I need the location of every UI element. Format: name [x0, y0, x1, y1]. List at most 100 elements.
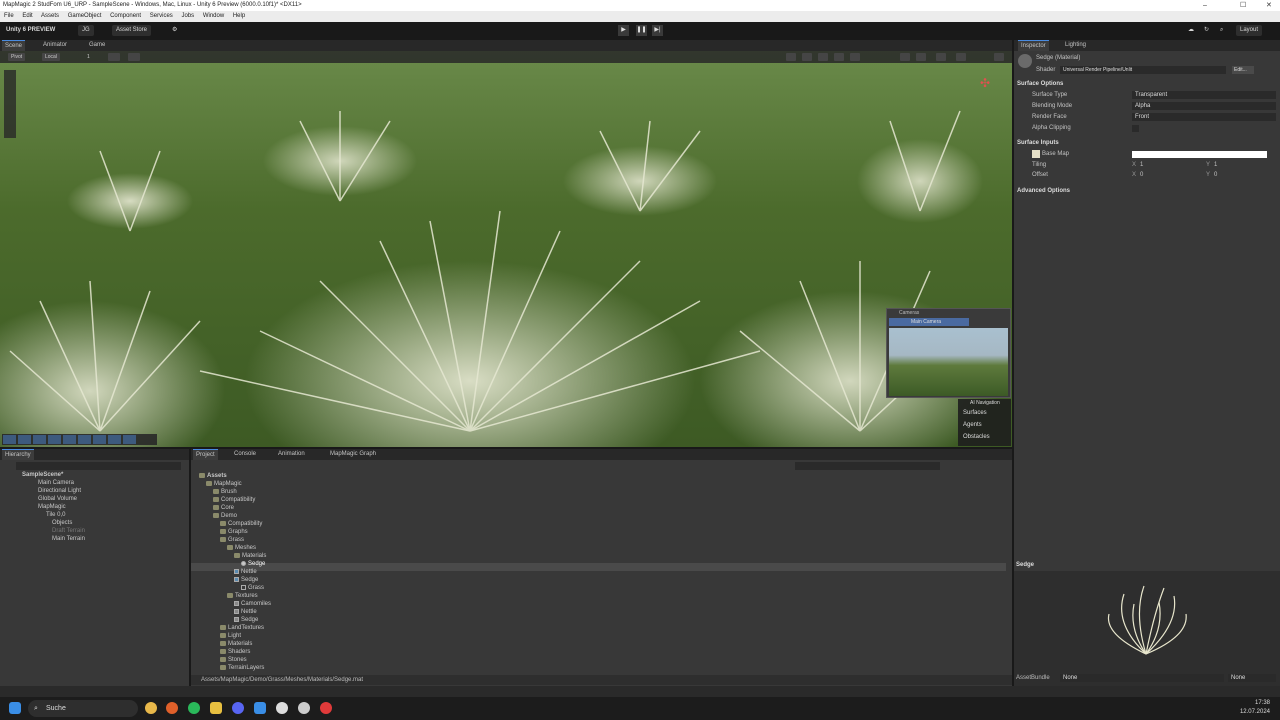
hierarchy-item[interactable]: Main Terrain	[52, 535, 85, 543]
maximize-icon[interactable]: ☐	[1240, 0, 1246, 11]
tiling-y-field[interactable]: 1	[1214, 160, 1217, 170]
surface-options-header[interactable]: Surface Options	[1017, 81, 1063, 87]
menu-edit[interactable]: Edit	[22, 13, 32, 19]
tool-button[interactable]	[48, 435, 61, 444]
hierarchy-search[interactable]	[16, 462, 181, 470]
tab-animation[interactable]: Animation	[275, 449, 308, 460]
project-folder[interactable]: Demo	[213, 512, 237, 520]
close-icon[interactable]: ✕	[1266, 0, 1272, 11]
tool-button[interactable]	[78, 435, 91, 444]
taskbar-clock[interactable]: 17:38 12.07.2024	[1240, 699, 1270, 717]
alpha-clipping-checkbox[interactable]	[1132, 125, 1139, 132]
project-folder[interactable]: Shaders	[220, 648, 250, 656]
file-explorer-icon[interactable]	[210, 702, 222, 714]
menu-window[interactable]: Window	[203, 13, 224, 19]
2d-toggle-icon[interactable]	[802, 53, 812, 61]
project-folder[interactable]: Graphs	[220, 528, 248, 536]
pivot-dropdown[interactable]: Pivot	[8, 53, 26, 61]
tab-inspector[interactable]: Inspector	[1018, 40, 1049, 51]
tool-button[interactable]	[93, 435, 106, 444]
render-face-dropdown[interactable]: Front	[1132, 113, 1276, 121]
account-button[interactable]: JG	[78, 25, 94, 36]
tab-game[interactable]: Game	[86, 40, 108, 51]
play-button[interactable]: ▶	[618, 25, 629, 36]
shader-dropdown[interactable]: Universal Render Pipeline/Unlit	[1060, 66, 1226, 74]
project-folder[interactable]: LandTextures	[220, 624, 264, 632]
project-folder[interactable]: Materials	[220, 640, 252, 648]
visibility-icon[interactable]	[936, 53, 946, 61]
base-map-thumbnail[interactable]	[1032, 150, 1040, 158]
menu-assets[interactable]: Assets	[41, 13, 59, 19]
windows-start-icon[interactable]	[9, 702, 21, 714]
ai-nav-surfaces[interactable]: Surfaces	[958, 407, 1011, 419]
hierarchy-item[interactable]: Draft Terrain	[52, 527, 85, 535]
asset-bundle-dropdown[interactable]: None	[1060, 674, 1224, 682]
hierarchy-item[interactable]: Directional Light	[38, 487, 81, 495]
hierarchy-item[interactable]: Main Camera	[38, 479, 74, 487]
draw-mode-icon[interactable]	[786, 53, 796, 61]
tab-project[interactable]: Project	[193, 449, 218, 460]
camera-settings-icon[interactable]	[916, 53, 926, 61]
tab-scene[interactable]: Scene	[2, 40, 26, 51]
hierarchy-item[interactable]: MapMagic	[38, 503, 66, 511]
menu-gameobject[interactable]: GameObject	[68, 13, 102, 19]
tab-console[interactable]: Console	[231, 449, 259, 460]
asset-variant-dropdown[interactable]: None	[1228, 674, 1276, 682]
hierarchy-item[interactable]: Objects	[52, 519, 72, 527]
tool-button[interactable]	[123, 435, 136, 444]
project-folder[interactable]: Stones	[220, 656, 247, 664]
tab-lighting[interactable]: Lighting	[1062, 40, 1089, 51]
project-folder[interactable]: Compatibility	[220, 520, 262, 528]
overlay-menu-icon[interactable]	[956, 53, 966, 61]
recorder-icon[interactable]	[320, 702, 332, 714]
project-folder[interactable]: Assets	[199, 472, 227, 480]
project-asset[interactable]: Grass	[241, 584, 264, 592]
scene-settings-icon[interactable]	[994, 53, 1004, 61]
advanced-options-header[interactable]: Advanced Options	[1017, 188, 1070, 194]
surface-inputs-header[interactable]: Surface Inputs	[1017, 140, 1059, 146]
tool-button[interactable]	[3, 435, 16, 444]
ai-nav-obstacles[interactable]: Obstacles	[958, 431, 1011, 443]
project-folder[interactable]: Meshes	[227, 544, 256, 552]
project-folder[interactable]: Brush	[213, 488, 237, 496]
grid-icon[interactable]	[108, 53, 120, 61]
spotify-icon[interactable]	[188, 702, 200, 714]
project-folder[interactable]: Grass	[220, 536, 244, 544]
cloud-icon[interactable]: ⚙	[168, 25, 181, 36]
project-asset[interactable]: Nettle	[234, 568, 257, 576]
tool-button[interactable]	[63, 435, 76, 444]
tool-button[interactable]	[108, 435, 121, 444]
collab-icon[interactable]: ☁	[1184, 25, 1198, 36]
snap-icon[interactable]	[128, 53, 140, 61]
pause-button[interactable]: ❚❚	[636, 25, 647, 36]
surface-type-dropdown[interactable]: Transparent	[1132, 91, 1276, 99]
tool-button[interactable]	[18, 435, 31, 444]
scene-view[interactable]	[0, 51, 1012, 447]
notepad-icon[interactable]	[254, 702, 266, 714]
unity-hub-icon[interactable]	[276, 702, 288, 714]
menu-services[interactable]: Services	[150, 13, 173, 19]
menu-jobs[interactable]: Jobs	[181, 13, 194, 19]
tool-button[interactable]	[33, 435, 46, 444]
taskbar-search[interactable]: ⌕ Suche	[28, 700, 138, 717]
tab-mapmagic-graph[interactable]: MapMagic Graph	[327, 449, 379, 460]
hierarchy-item[interactable]: Global Volume	[38, 495, 77, 503]
offset-x-field[interactable]: 0	[1140, 170, 1143, 180]
layout-dropdown[interactable]: Layout	[1236, 25, 1263, 36]
history-icon[interactable]: ↻	[1200, 25, 1213, 36]
project-folder[interactable]: MapMagic	[206, 480, 242, 488]
project-texture[interactable]: Camomiles	[234, 600, 271, 608]
minimize-icon[interactable]: –	[1203, 0, 1207, 11]
audio-toggle-icon[interactable]	[834, 53, 844, 61]
ai-nav-agents[interactable]: Agents	[958, 419, 1011, 431]
snap-value[interactable]: 1	[84, 53, 93, 61]
step-button[interactable]: ▶|	[652, 25, 663, 36]
base-map-color-field[interactable]	[1132, 151, 1267, 158]
blending-mode-dropdown[interactable]: Alpha	[1132, 102, 1276, 110]
project-folder[interactable]: Compatibility	[213, 496, 255, 504]
project-search[interactable]	[795, 462, 940, 470]
project-asset[interactable]: Sedge	[234, 576, 258, 584]
hierarchy-item[interactable]: SampleScene*	[22, 471, 63, 479]
offset-y-field[interactable]: 0	[1214, 170, 1217, 180]
effects-toggle-icon[interactable]	[850, 53, 860, 61]
